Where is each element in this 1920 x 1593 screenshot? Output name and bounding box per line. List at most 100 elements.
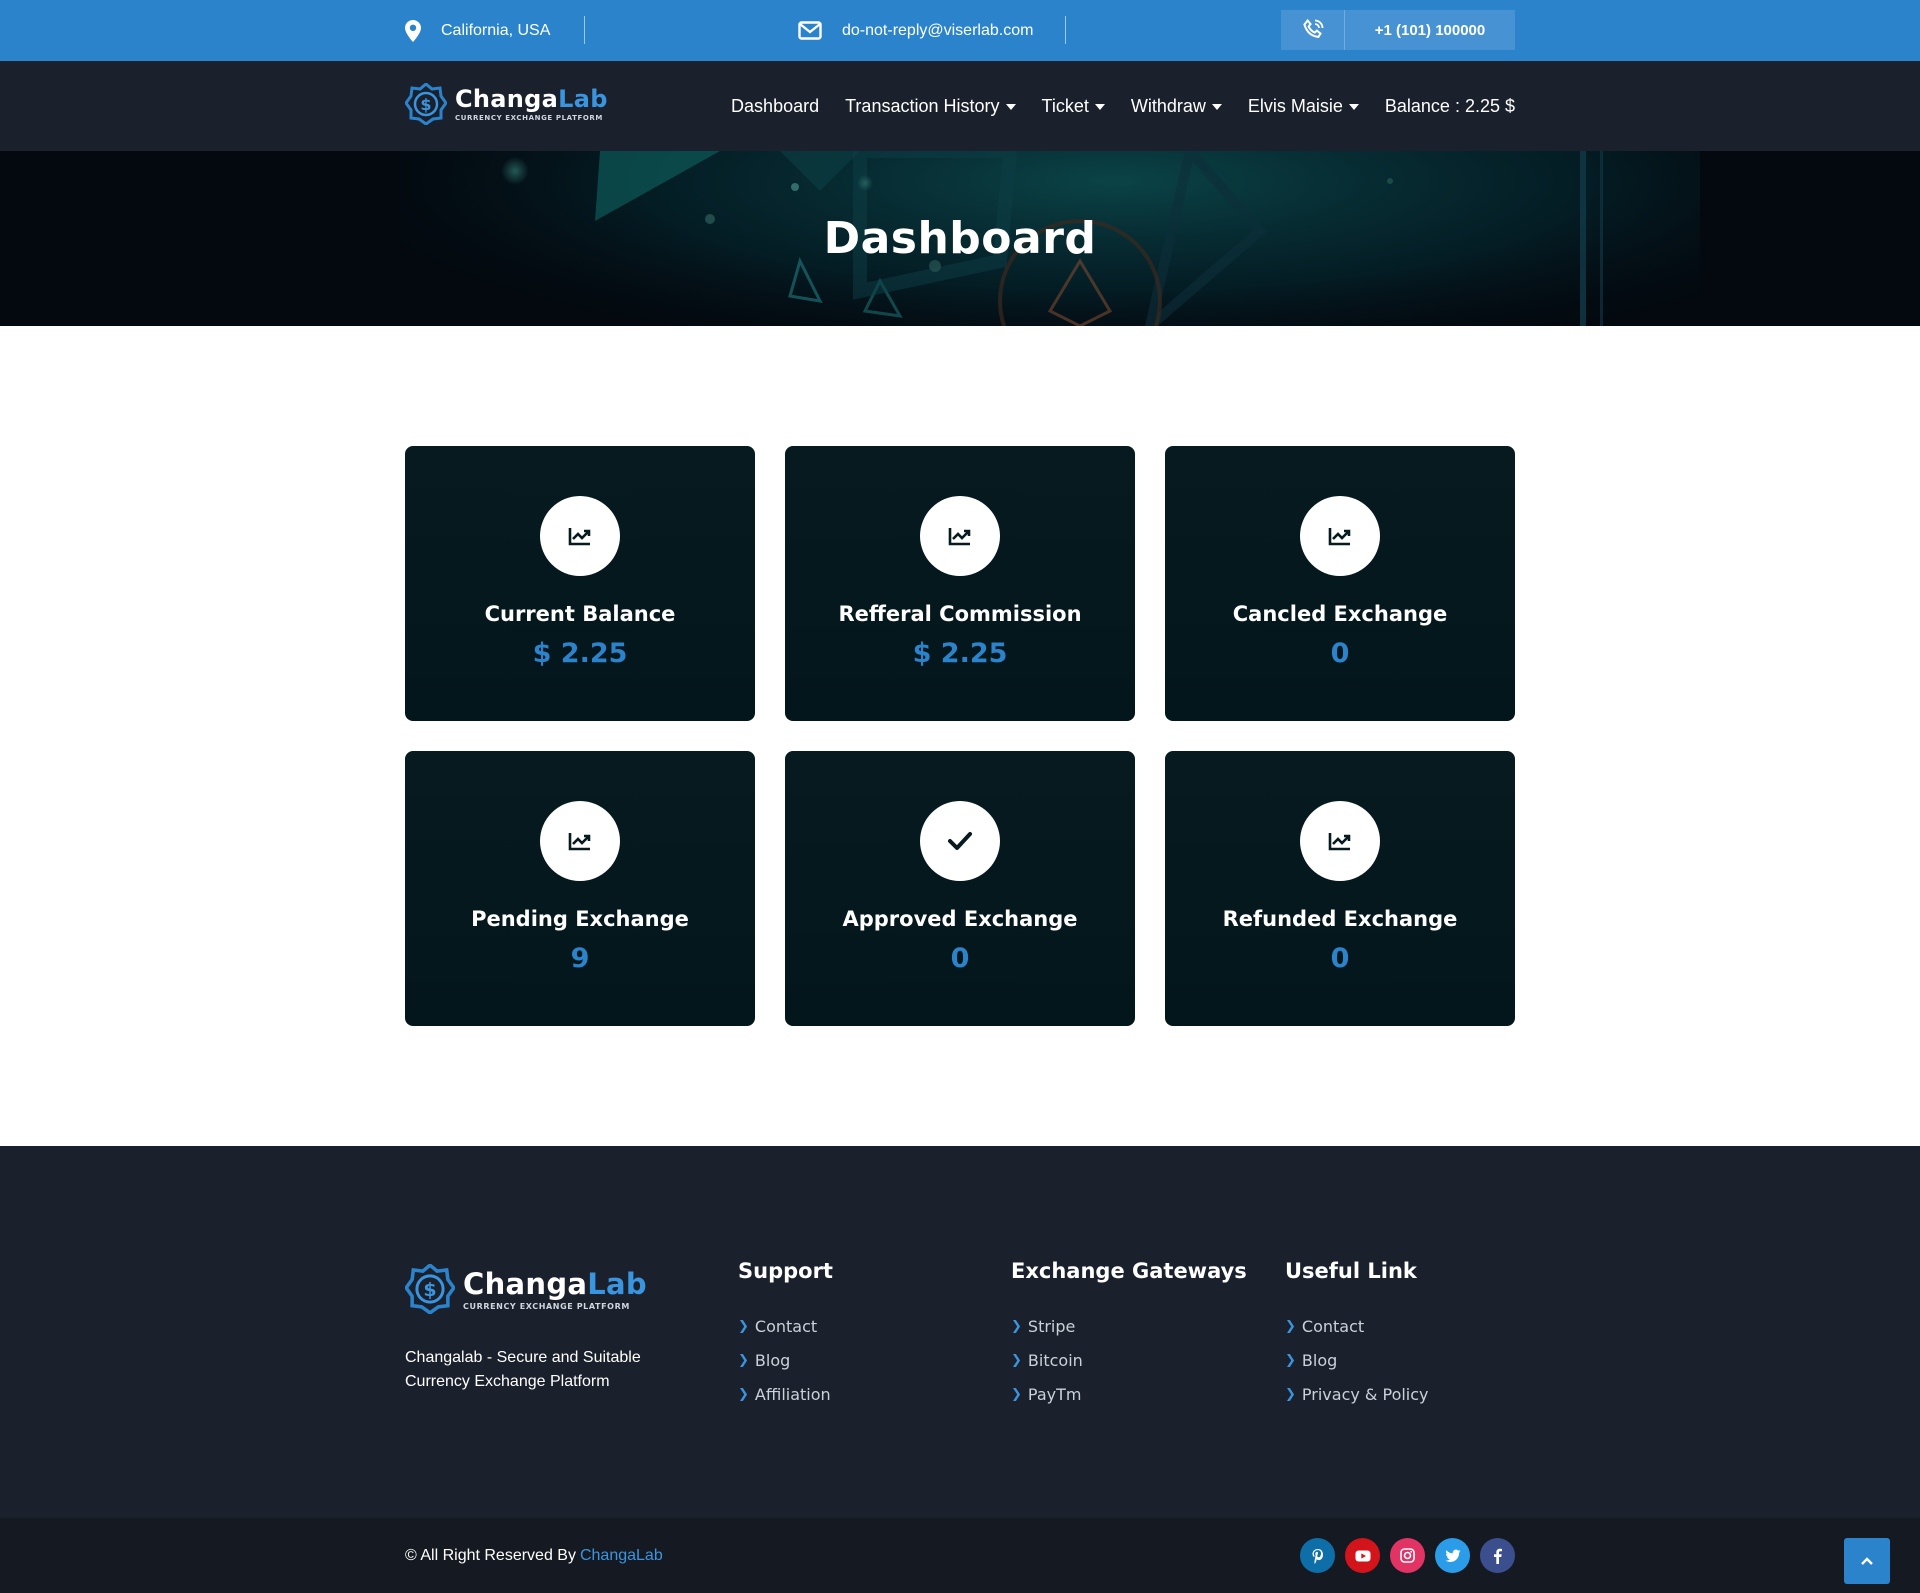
- logo-wordmark: ChangaLab: [455, 85, 608, 113]
- footer-column-useful-links: Useful Link ❯ Contact ❯ Blog ❯ Privacy & Po…: [1285, 1259, 1429, 1411]
- copyright-text: © All Right Reserved By: [405, 1546, 576, 1564]
- chevron-right-icon: ❯: [1285, 1318, 1296, 1334]
- logo-icon: $: [405, 83, 447, 125]
- nav-dashboard-label: Dashboard: [731, 95, 820, 116]
- footer-link-label: Blog: [754, 1350, 791, 1370]
- nav-transaction-history-label: Transaction History: [845, 95, 1000, 116]
- logo-icon: $: [405, 1264, 455, 1314]
- nav-ticket-label: Ticket: [1041, 95, 1089, 116]
- email-item[interactable]: do-not-reply@viserlab.com: [798, 0, 1033, 61]
- top-info-bar: California, USA do-not-reply@viserlab.co…: [0, 0, 1920, 61]
- page-banner: Dashboard: [0, 151, 1920, 326]
- footer-link-label: Contact: [754, 1316, 818, 1336]
- logo-tagline: CURRENCY EXCHANGE PLATFORM: [463, 1301, 630, 1311]
- copyright: © All Right Reserved By ChangaLab: [405, 1518, 663, 1593]
- phone-icon: [1302, 18, 1323, 38]
- footer-link-label: PayTm: [1027, 1384, 1082, 1404]
- chart-line-icon: [568, 528, 591, 546]
- phone-text[interactable]: +1 (101) 100000: [1345, 10, 1515, 50]
- caret-down-icon: [1005, 104, 1016, 110]
- nav-user-menu[interactable]: Elvis Maisie: [1248, 96, 1359, 117]
- page-title: Dashboard: [823, 213, 1097, 264]
- svg-text:$: $: [423, 1279, 436, 1301]
- chevron-right-icon: ❯: [1285, 1386, 1296, 1402]
- chart-line-icon: [948, 528, 971, 546]
- phone-icon-cell: [1281, 10, 1345, 50]
- chevron-right-icon: ❯: [1011, 1352, 1022, 1368]
- footer-link-privacy-policy[interactable]: ❯ Privacy & Policy: [1285, 1377, 1429, 1411]
- card-value: 0: [1330, 943, 1350, 974]
- chevron-right-icon: ❯: [1011, 1386, 1022, 1402]
- email-text[interactable]: do-not-reply@viserlab.com: [842, 22, 1033, 40]
- nav-user-label: Elvis Maisie: [1247, 95, 1343, 116]
- footer-link-label: Stripe: [1027, 1316, 1076, 1336]
- back-to-top-button[interactable]: [1844, 1538, 1890, 1584]
- footer-logo[interactable]: $ ChangaLab CURRENCY EXCHANGE PLATFORM: [405, 1264, 647, 1314]
- footer-link-label: Privacy & Policy: [1301, 1384, 1429, 1404]
- card-value: 9: [570, 943, 590, 974]
- nav-withdraw[interactable]: Withdraw: [1131, 96, 1222, 117]
- chevron-right-icon: ❯: [738, 1386, 749, 1402]
- stat-card-current-balance: Current Balance $ 2.25: [405, 446, 755, 721]
- copyright-brand-link[interactable]: ChangaLab: [580, 1547, 663, 1565]
- twitter-button[interactable]: [1435, 1538, 1470, 1573]
- nav-transaction-history[interactable]: Transaction History: [845, 95, 1016, 117]
- footer-link-blog[interactable]: ❯ Blog: [1285, 1343, 1429, 1377]
- footer-link-affiliation[interactable]: ❯ Affiliation: [738, 1377, 833, 1411]
- card-value: 0: [1330, 638, 1350, 669]
- card-title: Current Balance: [484, 602, 676, 626]
- stat-card-approved-exchange: Approved Exchange 0: [785, 751, 1135, 1026]
- card-value: 0: [950, 943, 970, 974]
- footer-link-blog[interactable]: ❯ Blog: [738, 1343, 833, 1377]
- logo[interactable]: $ ChangaLab CURRENCY EXCHANGE PLATFORM: [405, 83, 608, 125]
- card-value: $ 2.25: [532, 638, 628, 669]
- card-title: Pending Exchange: [471, 907, 689, 931]
- footer-link-label: Blog: [1301, 1350, 1338, 1370]
- footer-link-contact[interactable]: ❯ Contact: [1285, 1309, 1429, 1343]
- footer-link-label: Contact: [1301, 1316, 1365, 1336]
- site-footer: $ ChangaLab CURRENCY EXCHANGE PLATFORM C…: [0, 1146, 1920, 1518]
- chart-line-icon: [1328, 528, 1351, 546]
- card-icon-circle: [920, 496, 1000, 576]
- card-icon-circle: [1300, 801, 1380, 881]
- location-text: California, USA: [441, 21, 551, 39]
- youtube-button[interactable]: [1345, 1538, 1380, 1573]
- phone-box[interactable]: +1 (101) 100000: [1281, 10, 1515, 50]
- divider: [584, 16, 585, 44]
- pinterest-button[interactable]: [1300, 1538, 1335, 1573]
- caret-down-icon: [1348, 104, 1359, 110]
- facebook-button[interactable]: [1480, 1538, 1515, 1573]
- card-title: Refferal Commission: [838, 602, 1082, 626]
- chevron-right-icon: ❯: [1285, 1352, 1296, 1368]
- stat-card-cancelled-exchange: Cancled Exchange 0: [1165, 446, 1515, 721]
- instagram-button[interactable]: [1390, 1538, 1425, 1573]
- nav-balance-label: Balance : 2.25 $: [1384, 95, 1515, 116]
- chart-line-icon: [568, 833, 591, 851]
- envelope-icon: [798, 21, 822, 40]
- stat-card-refunded-exchange: Refunded Exchange 0: [1165, 751, 1515, 1026]
- footer-link-paytm[interactable]: ❯ PayTm: [1011, 1377, 1247, 1411]
- nav-menu: Dashboard Transaction History Ticket Wit…: [705, 61, 1515, 151]
- footer-link-contact[interactable]: ❯ Contact: [738, 1309, 833, 1343]
- stat-card-referral-commission: Refferal Commission $ 2.25: [785, 446, 1135, 721]
- nav-balance[interactable]: Balance : 2.25 $: [1385, 96, 1515, 117]
- chevron-up-icon: [1861, 1557, 1873, 1565]
- card-title: Approved Exchange: [842, 907, 1078, 931]
- footer-column-support: Support ❯ Contact ❯ Blog ❯ Affiliation: [738, 1259, 833, 1411]
- footer-description: Changalab - Secure and Suitable Currency…: [405, 1349, 641, 1390]
- location-item: California, USA: [405, 0, 550, 61]
- check-icon: [948, 832, 972, 850]
- footer-column-title: Support: [738, 1259, 833, 1283]
- footer-column-gateways: Exchange Gateways ❯ Stripe ❯ Bitcoin ❯ PayT…: [1011, 1259, 1247, 1411]
- chevron-right-icon: ❯: [738, 1318, 749, 1334]
- divider: [1065, 16, 1066, 44]
- nav-ticket[interactable]: Ticket: [1042, 96, 1105, 117]
- youtube-icon: [1355, 1550, 1370, 1561]
- chart-line-icon: [1328, 833, 1351, 851]
- footer-bottom-bar: © All Right Reserved By ChangaLab: [0, 1518, 1920, 1593]
- footer-link-bitcoin[interactable]: ❯ Bitcoin: [1011, 1343, 1247, 1377]
- social-links: [1290, 1538, 1515, 1573]
- nav-dashboard[interactable]: Dashboard: [731, 96, 819, 117]
- footer-link-stripe[interactable]: ❯ Stripe: [1011, 1309, 1247, 1343]
- footer-link-label: Affiliation: [754, 1384, 831, 1404]
